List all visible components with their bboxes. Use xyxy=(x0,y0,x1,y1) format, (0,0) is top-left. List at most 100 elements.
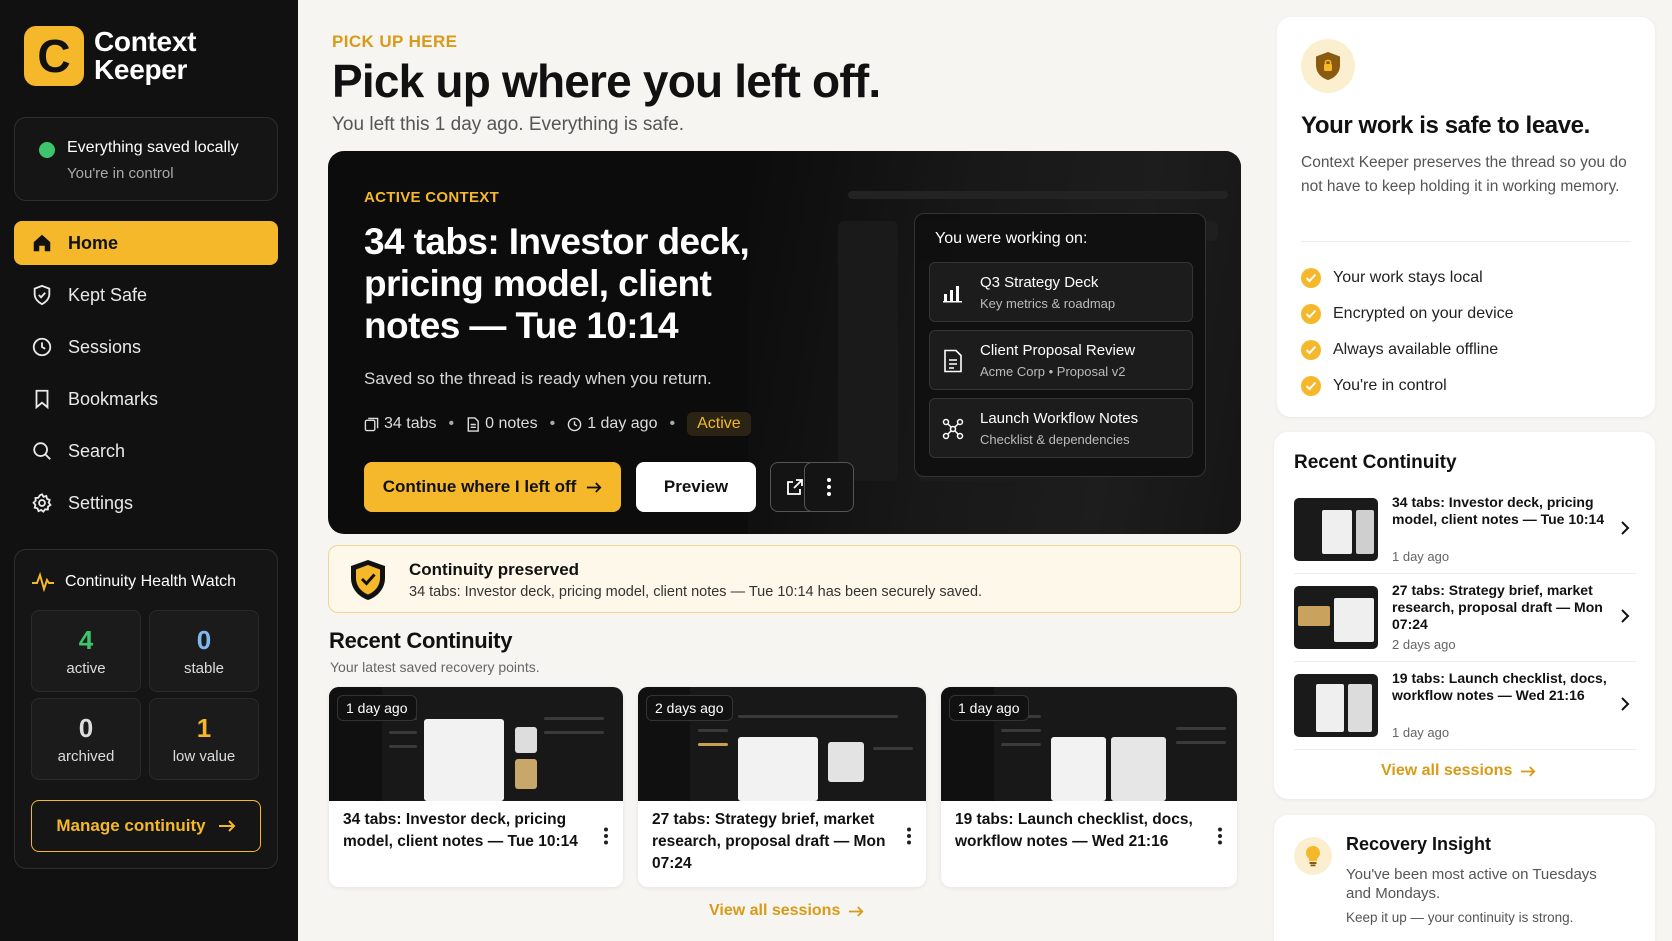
sidebar-item-label: Bookmarks xyxy=(68,388,159,409)
check-item: Your work stays local xyxy=(1301,260,1514,296)
working-item-subtitle: Acme Corp • Proposal v2 xyxy=(980,364,1126,379)
session-card[interactable]: 2 days ago 27 tabs: Strategy brief, mark… xyxy=(638,687,926,887)
stat-label: stable xyxy=(183,660,225,677)
list-item[interactable]: 34 tabs: Investor deck, pricing model, c… xyxy=(1294,494,1636,574)
saved-status-title: Everything saved locally xyxy=(67,139,239,156)
safe-description: Context Keeper preserves the thread so y… xyxy=(1301,154,1627,195)
more-vertical-icon[interactable] xyxy=(603,827,609,850)
app-logo[interactable]: C Context Keeper xyxy=(24,26,196,86)
recovery-insight-card: Recovery Insight You've been most active… xyxy=(1274,815,1655,941)
preview-button[interactable]: Preview xyxy=(636,462,756,512)
insight-footer: Keep it up — your continuity is strong. xyxy=(1346,910,1574,925)
stat-value: 1 xyxy=(196,713,212,743)
hero-description: Saved so the thread is ready when you re… xyxy=(364,369,712,388)
sidebar-nav: Home Kept Safe Sessions Bookmarks Search xyxy=(14,221,278,533)
stat-low-value[interactable]: 1 low value xyxy=(149,698,259,780)
meta-ago-label: 1 day ago xyxy=(587,415,658,432)
sidebar-item-sessions[interactable]: Sessions xyxy=(14,325,278,369)
arrow-right-icon xyxy=(849,905,864,917)
more-vertical-icon[interactable] xyxy=(906,827,912,850)
sidebar-item-label: Settings xyxy=(68,492,134,513)
tabs-icon xyxy=(364,417,379,431)
arrow-right-icon xyxy=(218,820,236,832)
check-label: You're in control xyxy=(1333,377,1447,394)
list-item-time: 1 day ago xyxy=(1392,549,1450,564)
meta-tabs-label: 34 tabs xyxy=(384,415,437,432)
stat-archived[interactable]: 0 archived xyxy=(31,698,141,780)
list-item-title: 19 tabs: Launch checklist, docs, workflo… xyxy=(1392,670,1607,703)
stat-value: 0 xyxy=(196,625,212,655)
saved-status-card: Everything saved locally You're in contr… xyxy=(14,117,278,201)
preserved-message: 34 tabs: Investor deck, pricing model, c… xyxy=(409,584,983,600)
active-context-hero: ACTIVE CONTEXT 34 tabs: Investor deck, p… xyxy=(328,151,1241,534)
home-icon xyxy=(30,231,54,255)
check-icon xyxy=(1301,376,1321,396)
check-icon xyxy=(1301,340,1321,360)
working-on-title: You were working on: xyxy=(935,230,1088,247)
working-item[interactable]: Client Proposal Review Acme Corp • Propo… xyxy=(929,330,1193,390)
list-item[interactable]: 19 tabs: Launch checklist, docs, workflo… xyxy=(1294,670,1636,750)
bookmark-icon xyxy=(30,387,54,411)
stat-stable[interactable]: 0 stable xyxy=(149,610,259,692)
view-all-sessions-link[interactable]: View all sessions xyxy=(709,902,864,920)
more-options-button[interactable] xyxy=(804,462,854,512)
stat-label: low value xyxy=(172,748,236,765)
external-link-icon xyxy=(787,479,803,495)
time-ago-badge: 1 day ago xyxy=(337,695,417,721)
view-all-sessions-link[interactable]: View all sessions xyxy=(1381,762,1536,780)
session-thumbnail xyxy=(1294,498,1378,561)
stat-value: 0 xyxy=(78,713,94,743)
continue-button-label: Continue where I left off xyxy=(382,477,577,496)
meta-tabs: 34 tabs xyxy=(364,415,436,433)
working-item[interactable]: Launch Workflow Notes Checklist & depend… xyxy=(929,398,1193,458)
sidebar-item-home[interactable]: Home xyxy=(14,221,278,265)
sidebar-item-label: Kept Safe xyxy=(68,284,148,305)
sidebar: C Context Keeper Everything saved locall… xyxy=(0,0,298,941)
list-item-time: 1 day ago xyxy=(1392,725,1450,740)
lightbulb-icon xyxy=(1294,837,1332,875)
sidebar-item-search[interactable]: Search xyxy=(14,429,278,473)
meta-notes: 0 notes xyxy=(466,415,538,433)
status-dot-icon xyxy=(39,142,55,158)
session-thumbnail xyxy=(1294,674,1378,737)
check-item: You're in control xyxy=(1301,368,1514,404)
recent-continuity-subtitle: Your latest saved recovery points. xyxy=(330,659,540,675)
recent-continuity-sidebar-title: Recent Continuity xyxy=(1294,452,1457,473)
stat-value: 4 xyxy=(78,625,94,655)
working-on-panel: You were working on: Q3 Strategy Deck Ke… xyxy=(914,213,1206,477)
health-title: Continuity Health Watch xyxy=(31,572,236,592)
shield-check-icon xyxy=(349,559,387,606)
sidebar-item-kept-safe[interactable]: Kept Safe xyxy=(14,273,278,317)
list-item-time: 2 days ago xyxy=(1392,637,1456,652)
session-card[interactable]: 1 day ago 19 tabs: Launch checklist, doc… xyxy=(941,687,1237,887)
working-item-subtitle: Key metrics & roadmap xyxy=(980,296,1116,311)
check-icon xyxy=(1301,304,1321,324)
meta-ago: 1 day ago xyxy=(567,415,657,433)
page-subtitle: You left this 1 day ago. Everything is s… xyxy=(332,114,685,135)
meta-separator: • xyxy=(549,415,556,432)
app-name-line2: Keeper xyxy=(94,54,188,85)
app-name: Context Keeper xyxy=(94,28,196,84)
list-item[interactable]: 27 tabs: Strategy brief, market research… xyxy=(1294,582,1636,662)
hero-title: 34 tabs: Investor deck, pricing model, c… xyxy=(364,221,750,346)
clock-icon xyxy=(567,417,582,431)
insight-title: Recovery Insight xyxy=(1346,834,1492,854)
session-thumbnail xyxy=(1294,586,1378,649)
chevron-right-icon xyxy=(1620,608,1630,629)
check-label: Your work stays local xyxy=(1333,269,1483,286)
manage-continuity-button[interactable]: Manage continuity xyxy=(31,800,261,852)
manage-continuity-label: Manage continuity xyxy=(56,816,206,835)
check-item: Encrypted on your device xyxy=(1301,296,1514,332)
sidebar-item-bookmarks[interactable]: Bookmarks xyxy=(14,377,278,421)
session-card-title: 34 tabs: Investor deck, pricing model, c… xyxy=(343,811,578,850)
session-card[interactable]: 1 day ago 34 tabs: Investor deck, pricin… xyxy=(329,687,623,887)
stat-active[interactable]: 4 active xyxy=(31,610,141,692)
continue-button[interactable]: Continue where I left off xyxy=(364,462,621,512)
working-item[interactable]: Q3 Strategy Deck Key metrics & roadmap xyxy=(929,262,1193,322)
time-ago-badge: 1 day ago xyxy=(949,695,1029,721)
working-item-title: Launch Workflow Notes xyxy=(980,410,1139,427)
more-vertical-icon[interactable] xyxy=(1217,827,1223,850)
continuity-preserved-banner: Continuity preserved 34 tabs: Investor d… xyxy=(328,545,1241,613)
document-icon xyxy=(940,348,966,374)
sidebar-item-settings[interactable]: Settings xyxy=(14,481,278,525)
